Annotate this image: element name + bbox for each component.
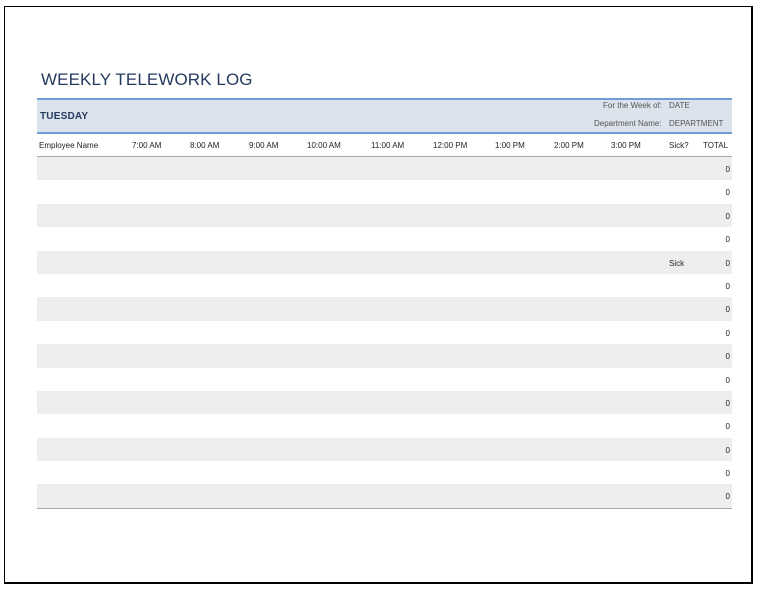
page-title: WEEKLY TELEWORK LOG: [41, 70, 253, 89]
department-label: Department Name:: [594, 119, 662, 128]
col-total: TOTAL: [703, 141, 729, 150]
employee-name-cell[interactable]: [39, 276, 127, 295]
total-cell: 0: [725, 305, 730, 315]
col-10am: 10:00 AM: [307, 141, 341, 150]
sick-cell[interactable]: Sick: [669, 259, 684, 268]
table-row: 0: [37, 414, 732, 437]
total-cell: 0: [725, 258, 730, 268]
total-cell: 0: [725, 211, 730, 221]
table-row: 0: [37, 461, 732, 484]
table-header: Employee Name 7:00 AM 8:00 AM 9:00 AM 10…: [37, 134, 732, 157]
employee-name-cell[interactable]: [39, 323, 127, 342]
employee-name-cell[interactable]: [39, 416, 127, 435]
employee-name-cell[interactable]: [39, 370, 127, 389]
table-row: 0: [37, 344, 732, 368]
col-11am: 11:00 AM: [371, 141, 405, 150]
table-row: 0: [37, 157, 732, 181]
table-row: 0: [37, 390, 732, 415]
table-row: 0: [37, 484, 732, 509]
employee-name-cell[interactable]: [39, 253, 127, 272]
table-row: 0: [37, 368, 732, 391]
col-3pm: 3:00 PM: [611, 141, 641, 150]
day-label: TUESDAY: [40, 111, 89, 122]
total-cell: 0: [725, 235, 730, 245]
week-of-label: For the Week of:: [603, 101, 662, 110]
employee-name-cell[interactable]: [39, 486, 127, 505]
employee-name-cell[interactable]: [39, 299, 127, 318]
table-row: 0: [37, 321, 732, 344]
col-12pm: 12:00 PM: [433, 141, 468, 150]
total-cell: 0: [725, 469, 730, 479]
col-sick: Sick?: [669, 141, 689, 150]
employee-name-cell[interactable]: [39, 182, 127, 201]
table-row: Sick 0: [37, 250, 732, 274]
table-row: 0: [37, 180, 732, 203]
employee-name-cell[interactable]: [39, 440, 127, 459]
total-cell: 0: [725, 492, 730, 502]
employee-name-cell[interactable]: [39, 346, 127, 365]
table-body: 0 0 0 0 Sick 0 0 0 0 0 0 0 0 0 0 0: [37, 157, 732, 509]
table-row: 0: [37, 274, 732, 297]
total-cell: 0: [725, 328, 730, 338]
col-7am: 7:00 AM: [132, 141, 162, 150]
col-1pm: 1:00 PM: [495, 141, 525, 150]
table-row: 0: [37, 203, 732, 228]
total-cell: 0: [725, 165, 730, 174]
total-cell: 0: [725, 422, 730, 432]
total-cell: 0: [725, 188, 730, 198]
employee-name-cell[interactable]: [39, 159, 127, 178]
total-cell: 0: [725, 445, 730, 455]
employee-name-cell[interactable]: [39, 463, 127, 482]
col-2pm: 2:00 PM: [554, 141, 584, 150]
table-row: 0: [37, 227, 732, 250]
col-9am: 9:00 AM: [249, 141, 279, 150]
employee-name-cell[interactable]: [39, 229, 127, 248]
table-row: 0: [37, 437, 732, 462]
total-cell: 0: [725, 281, 730, 291]
total-cell: 0: [725, 352, 730, 362]
table-row: 0: [37, 297, 732, 321]
employee-name-cell[interactable]: [39, 206, 127, 225]
employee-name-cell[interactable]: [39, 393, 127, 412]
col-8am: 8:00 AM: [190, 141, 220, 150]
day-header-band: TUESDAY For the Week of: DATE Department…: [37, 98, 732, 134]
total-cell: 0: [725, 398, 730, 408]
total-cell: 0: [725, 375, 730, 385]
department-value[interactable]: DEPARTMENT: [669, 119, 723, 128]
week-of-value[interactable]: DATE: [669, 101, 690, 110]
col-employee-name: Employee Name: [39, 141, 99, 150]
